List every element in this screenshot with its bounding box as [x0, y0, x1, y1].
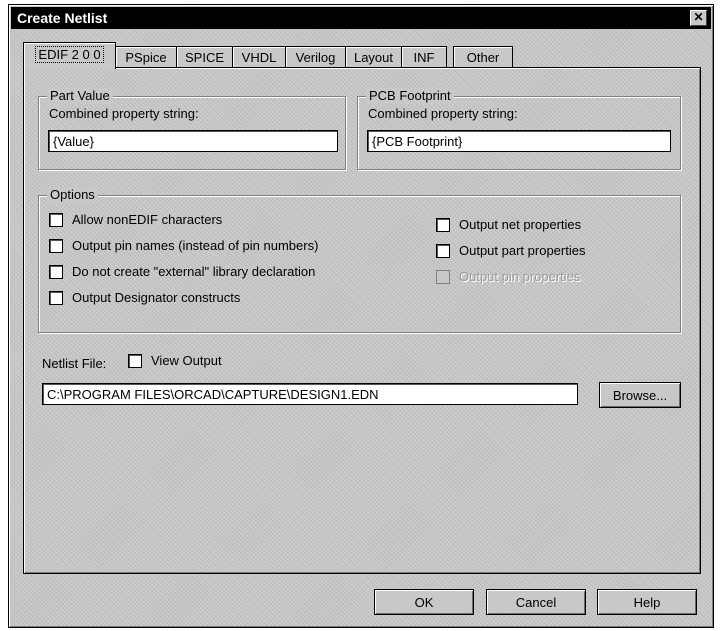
checkbox-box	[128, 353, 142, 368]
pcb-footprint-input[interactable]: {PCB Footprint}	[367, 130, 671, 152]
netlist-file-input[interactable]: C:\PROGRAM FILES\ORCAD\CAPTURE\DESIGN1.E…	[42, 383, 578, 405]
view-output-label: View Output	[151, 353, 222, 368]
pcb-footprint-group-label: PCB Footprint	[366, 88, 454, 104]
tab-layout[interactable]: Layout	[345, 46, 402, 68]
pcb-footprint-field-label: Combined property string:	[368, 106, 518, 121]
cancel-button[interactable]: Cancel	[486, 589, 586, 615]
dialog-title: Create Netlist	[17, 10, 108, 26]
tab-spice[interactable]: SPICE	[176, 46, 233, 68]
netlist-file-label: Netlist File:	[42, 356, 107, 371]
no-external-library-label: Do not create "external" library declara…	[72, 264, 316, 279]
tab-verilog[interactable]: Verilog	[285, 46, 346, 68]
checkbox-box	[49, 290, 63, 305]
checkbox-box	[436, 217, 450, 232]
view-output-checkbox[interactable]: View Output	[128, 353, 222, 368]
output-net-properties-checkbox[interactable]: Output net properties	[436, 217, 581, 232]
close-button[interactable]: ✕	[690, 10, 707, 26]
allow-nonedif-checkbox[interactable]: Allow nonEDIF characters	[49, 212, 222, 227]
edif-tab-panel: Part Value Combined property string: {Va…	[23, 67, 701, 574]
checkbox-box	[436, 269, 450, 284]
checkbox-box	[49, 238, 63, 253]
tab-inf[interactable]: INF	[401, 46, 447, 68]
pcb-footprint-group: PCB Footprint Combined property string: …	[357, 88, 681, 170]
output-part-properties-label: Output part properties	[459, 243, 586, 258]
part-value-group-label: Part Value	[47, 88, 113, 104]
tab-other[interactable]: Other	[453, 46, 513, 68]
browse-button[interactable]: Browse...	[599, 382, 681, 408]
title-bar: Create Netlist ✕	[11, 7, 711, 29]
allow-nonedif-label: Allow nonEDIF characters	[72, 212, 223, 227]
close-icon: ✕	[693, 10, 704, 24]
tab-vhdl[interactable]: VHDL	[232, 46, 286, 68]
output-pin-properties-checkbox: Output pin properties	[436, 269, 580, 284]
part-value-group: Part Value Combined property string: {Va…	[38, 88, 346, 170]
checkbox-box	[49, 212, 63, 227]
output-pin-properties-label: Output pin properties	[459, 269, 581, 284]
options-group: Options Allow nonEDIF characters Output …	[38, 187, 681, 333]
output-designator-label: Output Designator constructs	[72, 290, 241, 305]
part-value-field-label: Combined property string:	[49, 106, 199, 121]
help-button[interactable]: Help	[597, 589, 697, 615]
output-pin-names-label: Output pin names (instead of pin numbers…	[72, 238, 319, 253]
checkbox-box	[49, 264, 63, 279]
tab-pspice[interactable]: PSpice	[115, 46, 177, 68]
output-part-properties-checkbox[interactable]: Output part properties	[436, 243, 585, 258]
options-group-label: Options	[47, 187, 98, 203]
tab-edif[interactable]: EDIF 2 0 0	[23, 42, 116, 69]
ok-button[interactable]: OK	[374, 589, 474, 615]
output-net-properties-label: Output net properties	[459, 217, 582, 232]
no-external-library-checkbox[interactable]: Do not create "external" library declara…	[49, 264, 315, 279]
output-pin-names-checkbox[interactable]: Output pin names (instead of pin numbers…	[49, 238, 318, 253]
output-designator-checkbox[interactable]: Output Designator constructs	[49, 290, 240, 305]
create-netlist-dialog: Create Netlist ✕ EDIF 2 0 0 PSpice SPICE…	[8, 4, 714, 628]
part-value-input[interactable]: {Value}	[48, 130, 338, 152]
checkbox-box	[436, 243, 450, 258]
